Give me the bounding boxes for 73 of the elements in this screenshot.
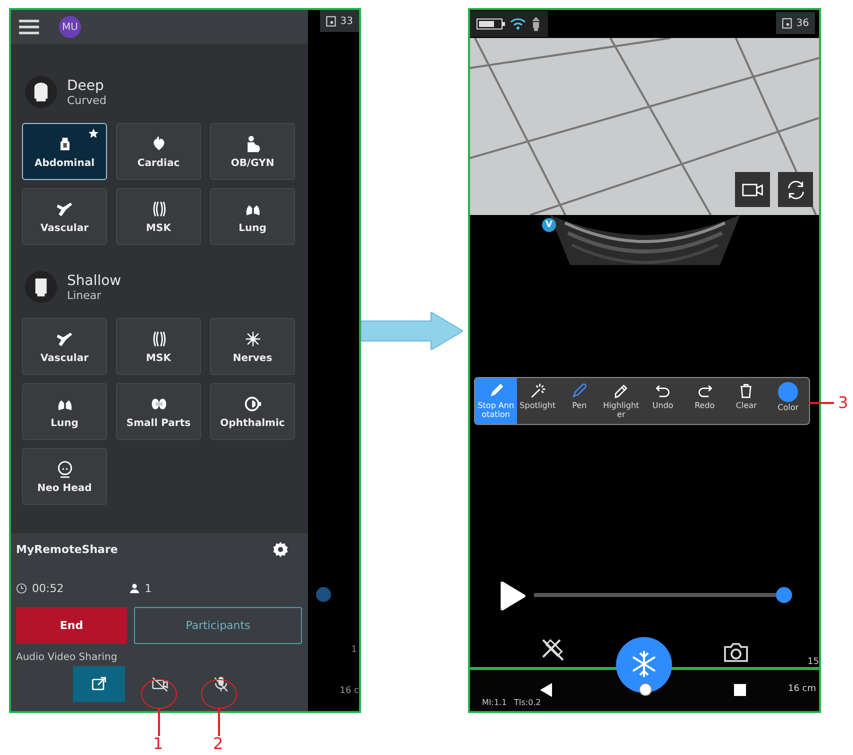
annotation-tool-button[interactable]: Spotlight xyxy=(516,378,558,424)
preset-tile[interactable]: MSK xyxy=(116,318,201,375)
callout-number: 3 xyxy=(838,393,848,412)
preset-tile[interactable]: Lung xyxy=(210,188,295,245)
wifi-icon xyxy=(510,17,526,31)
person-icon xyxy=(128,583,140,594)
probe-icon xyxy=(25,271,57,303)
preset-tile[interactable]: Abdominal xyxy=(22,123,107,180)
callout-ring xyxy=(141,679,177,709)
depth-mark: 15 xyxy=(808,657,819,667)
leader-line xyxy=(218,708,220,736)
preset-icon xyxy=(244,394,262,412)
probe-name: Shallow xyxy=(67,272,122,288)
depth-label: 16 cm xyxy=(788,684,816,694)
probe-name: Deep xyxy=(67,78,105,94)
exam-count-badge[interactable]: 33 xyxy=(320,10,359,32)
pen-icon xyxy=(570,382,588,400)
preset-tile[interactable]: Cardiac xyxy=(116,123,201,180)
preset-tile[interactable]: Ophthalmic xyxy=(210,383,295,440)
share-screen-icon xyxy=(90,675,108,693)
settings-icon[interactable] xyxy=(272,541,289,558)
preset-tile[interactable]: OB/GYN xyxy=(210,123,295,180)
preset-tile[interactable]: Nerves xyxy=(210,318,295,375)
user-avatar[interactable]: MU xyxy=(59,16,81,38)
leader-line xyxy=(158,708,160,736)
camera-icon[interactable] xyxy=(723,641,749,663)
menu-icon[interactable] xyxy=(19,19,39,35)
callout-ring xyxy=(201,679,237,709)
slider-handle xyxy=(316,587,331,602)
section-label: Audio Video Sharing xyxy=(16,652,118,663)
preset-tile[interactable]: Neo Head xyxy=(22,448,107,505)
preset-tile[interactable]: MSK xyxy=(116,188,201,245)
mechanical-index: MI:1.1 xyxy=(482,698,507,707)
preset-tile[interactable]: Small Parts xyxy=(116,383,201,440)
annotation-tool-button[interactable]: Highlighter xyxy=(600,378,642,424)
annotation-tool-button[interactable]: Redo xyxy=(684,378,726,424)
participant-count: 1 xyxy=(144,582,152,595)
home-icon[interactable] xyxy=(639,683,652,696)
preset-tile[interactable]: Vascular xyxy=(22,318,107,375)
annotation-tool-button[interactable]: Pen xyxy=(558,378,600,424)
back-icon[interactable] xyxy=(540,683,552,697)
annotation-tool-button[interactable]: Clear xyxy=(726,378,768,424)
exam-count-badge[interactable]: 36 xyxy=(776,12,815,34)
probe-icon xyxy=(25,76,57,108)
probe-type: Linear xyxy=(67,288,102,302)
annotation-tool-button[interactable]: Color xyxy=(767,378,809,424)
session-duration: 00:52 xyxy=(32,582,64,595)
preset-icon xyxy=(244,330,262,348)
participants-button[interactable]: Participants xyxy=(134,607,302,644)
spotlight-icon xyxy=(528,382,547,400)
callout-number: 1 xyxy=(153,734,164,753)
preset-tile[interactable]: Lung xyxy=(22,383,107,440)
probe-type: Curved xyxy=(67,94,106,106)
end-button[interactable]: End xyxy=(16,607,127,644)
annotation-tool-button[interactable]: Undo xyxy=(642,378,684,424)
thermal-index: TIs:0.2 xyxy=(514,698,541,707)
view-badge: V xyxy=(542,218,556,232)
measure-icon[interactable] xyxy=(540,637,566,663)
camera-off-icon xyxy=(151,675,169,693)
depth-mark: 1 xyxy=(351,645,357,655)
battery-icon xyxy=(476,18,506,30)
play-button[interactable] xyxy=(500,581,526,611)
session-name: MyRemoteShare xyxy=(16,543,118,556)
callout-number: 2 xyxy=(213,734,224,753)
share-screen-button[interactable] xyxy=(73,666,125,702)
mic-off-icon xyxy=(212,675,230,693)
probe-icon xyxy=(530,16,542,32)
leader-line xyxy=(809,402,834,404)
preset-tile[interactable]: Vascular xyxy=(22,188,107,245)
highlighter-icon xyxy=(612,382,630,400)
depth-label: 16 c xyxy=(340,686,359,696)
preset-icon xyxy=(56,460,74,478)
clock-icon xyxy=(16,583,27,594)
